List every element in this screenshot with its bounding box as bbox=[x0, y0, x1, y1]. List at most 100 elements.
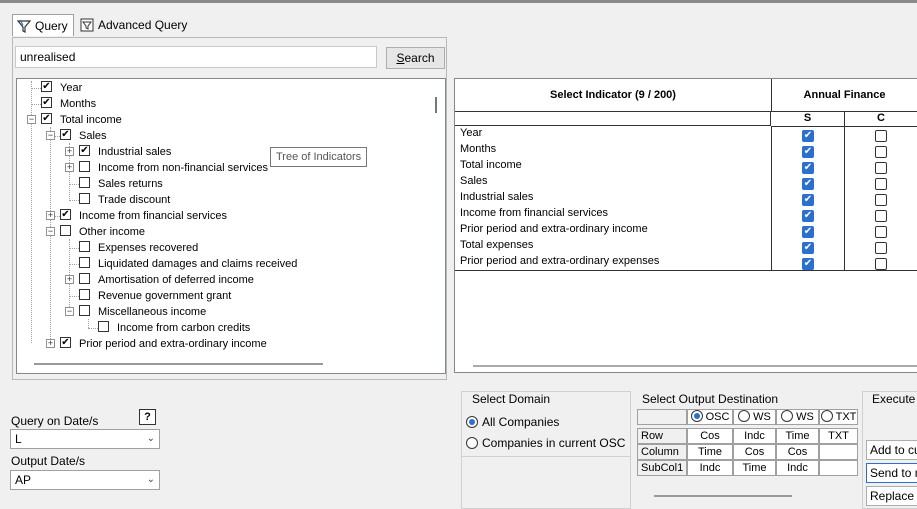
domain-radio-all[interactable] bbox=[466, 416, 478, 428]
domain-radio-osc[interactable] bbox=[466, 437, 478, 449]
output-date-select[interactable]: AP ⌄ bbox=[10, 470, 160, 490]
tree-checkbox[interactable]: ✔ bbox=[41, 113, 52, 124]
window-top-border bbox=[0, 0, 917, 3]
output-radio-ws2[interactable] bbox=[781, 410, 794, 422]
domain-option-label: All Companies bbox=[482, 415, 560, 429]
tree-connector bbox=[69, 200, 79, 201]
tree-checkbox[interactable]: ✔ bbox=[79, 145, 90, 156]
collapse-icon[interactable]: − bbox=[27, 115, 36, 124]
tree-checkbox[interactable] bbox=[79, 177, 90, 188]
grid-checkbox-c[interactable] bbox=[875, 162, 887, 174]
tree-checkbox[interactable] bbox=[79, 241, 90, 252]
grid-checkbox-c[interactable] bbox=[875, 178, 887, 190]
tab-query-label: Query bbox=[35, 19, 68, 33]
expand-icon[interactable]: + bbox=[46, 211, 55, 220]
tree-checkbox[interactable]: ✔ bbox=[60, 129, 71, 140]
output-col-osc[interactable]: OSC bbox=[687, 409, 733, 425]
grid-checkbox-c[interactable] bbox=[875, 258, 887, 270]
output-cell[interactable] bbox=[819, 460, 858, 476]
grid-row-label: Industrial sales bbox=[460, 191, 534, 203]
domain-group-divider bbox=[462, 456, 630, 509]
output-col-ws2[interactable]: WS bbox=[776, 409, 819, 425]
grid-checkbox-s[interactable]: ✔ bbox=[802, 178, 814, 190]
tree-checkbox[interactable] bbox=[60, 225, 71, 236]
grid-checkbox-s[interactable]: ✔ bbox=[802, 242, 814, 254]
output-radio-osc[interactable] bbox=[690, 410, 703, 422]
tree-connector bbox=[69, 296, 79, 297]
tree-checkbox[interactable] bbox=[98, 321, 109, 332]
tree-checkbox[interactable] bbox=[79, 273, 90, 284]
tree-checkbox[interactable]: ✔ bbox=[41, 97, 52, 108]
output-cell[interactable]: Time bbox=[687, 444, 733, 460]
output-cell[interactable]: Indc bbox=[776, 460, 819, 476]
help-icon[interactable]: ? bbox=[139, 409, 156, 425]
output-cell[interactable]: Cos bbox=[733, 444, 776, 460]
collapse-icon[interactable]: − bbox=[65, 307, 74, 316]
grid-checkbox-s[interactable]: ✔ bbox=[802, 162, 814, 174]
grid-header-spacer bbox=[455, 111, 771, 126]
search-button-label: earch bbox=[404, 51, 435, 65]
grid-checkbox-s[interactable]: ✔ bbox=[802, 258, 814, 270]
grid-checkbox-c[interactable] bbox=[875, 194, 887, 206]
search-button[interactable]: Search bbox=[386, 47, 445, 69]
tab-advanced-query[interactable]: Advanced Query bbox=[76, 14, 196, 36]
add-to-current-button[interactable]: Add to cu bbox=[866, 440, 917, 460]
grid-header-indicator: Select Indicator (9 / 200) bbox=[455, 79, 772, 112]
search-input[interactable]: unrealised bbox=[15, 46, 377, 68]
output-radio-ws1[interactable] bbox=[738, 410, 751, 422]
output-horizontal-scrollbar[interactable] bbox=[654, 495, 792, 497]
grid-checkbox-s[interactable]: ✔ bbox=[802, 210, 814, 222]
tree-checkbox[interactable]: ✔ bbox=[41, 81, 52, 92]
expand-icon[interactable]: + bbox=[65, 147, 74, 156]
grid-checkbox-c[interactable] bbox=[875, 130, 887, 142]
send-to-new-button[interactable]: Send to n bbox=[866, 463, 917, 483]
grid-col-c: C bbox=[844, 111, 917, 127]
tree-checkbox[interactable]: ✔ bbox=[60, 337, 71, 348]
output-cell[interactable]: Cos bbox=[776, 444, 819, 460]
tree-horizontal-scrollbar[interactable] bbox=[34, 363, 323, 365]
tab-query[interactable]: Query bbox=[12, 14, 74, 36]
indicator-tree[interactable]: ✔ Year ✔ Months − ✔ Total income − ✔ Sal… bbox=[16, 78, 446, 374]
expand-icon[interactable]: + bbox=[65, 163, 74, 172]
expand-icon[interactable]: + bbox=[46, 339, 55, 348]
grid-checkbox-s[interactable]: ✔ bbox=[802, 146, 814, 158]
output-col-txt[interactable]: TXT bbox=[819, 409, 858, 425]
tree-checkbox[interactable]: ✔ bbox=[60, 209, 71, 220]
grid-checkbox-s[interactable]: ✔ bbox=[802, 226, 814, 238]
collapse-icon[interactable]: − bbox=[46, 131, 55, 140]
grid-col-s: S bbox=[771, 111, 845, 127]
replace-current-button[interactable]: Replace c bbox=[866, 486, 917, 506]
grid-checkbox-c[interactable] bbox=[875, 226, 887, 238]
tree-item-label: Other income bbox=[79, 226, 146, 238]
output-cell[interactable]: Time bbox=[776, 428, 819, 444]
funnel-icon bbox=[17, 19, 31, 33]
tree-checkbox[interactable] bbox=[79, 305, 90, 316]
output-radio-txt[interactable] bbox=[820, 410, 833, 422]
query-date-select[interactable]: L ⌄ bbox=[10, 429, 160, 449]
grid-checkbox-c[interactable] bbox=[875, 210, 887, 222]
output-cell[interactable]: Cos bbox=[687, 428, 733, 444]
grid-checkbox-s[interactable]: ✔ bbox=[802, 194, 814, 206]
chevron-down-icon: ⌄ bbox=[146, 433, 155, 444]
output-col-label: WS bbox=[753, 411, 771, 423]
grid-checkbox-s[interactable]: ✔ bbox=[802, 130, 814, 142]
tree-item-label: Amortisation of deferred income bbox=[98, 274, 254, 286]
output-cell[interactable]: TXT bbox=[819, 428, 858, 444]
collapse-icon[interactable]: − bbox=[46, 227, 55, 236]
tree-checkbox[interactable] bbox=[79, 257, 90, 268]
output-cell[interactable]: Time bbox=[733, 460, 776, 476]
expand-icon[interactable]: + bbox=[65, 275, 74, 284]
tree-checkbox[interactable] bbox=[79, 289, 90, 300]
tree-checkbox[interactable] bbox=[79, 161, 90, 172]
tree-item-label: Expenses recovered bbox=[98, 242, 199, 254]
output-col-ws1[interactable]: WS bbox=[733, 409, 776, 425]
tree-checkbox[interactable] bbox=[79, 193, 90, 204]
tree-vertical-scrollbar[interactable] bbox=[435, 97, 437, 113]
indicator-grid[interactable]: Select Indicator (9 / 200) Annual Financ… bbox=[454, 78, 917, 373]
output-cell[interactable]: Indc bbox=[733, 428, 776, 444]
grid-horizontal-scrollbar[interactable] bbox=[473, 365, 917, 367]
grid-checkbox-c[interactable] bbox=[875, 242, 887, 254]
output-cell[interactable]: Indc bbox=[687, 460, 733, 476]
grid-checkbox-c[interactable] bbox=[875, 146, 887, 158]
output-cell[interactable] bbox=[819, 444, 858, 460]
